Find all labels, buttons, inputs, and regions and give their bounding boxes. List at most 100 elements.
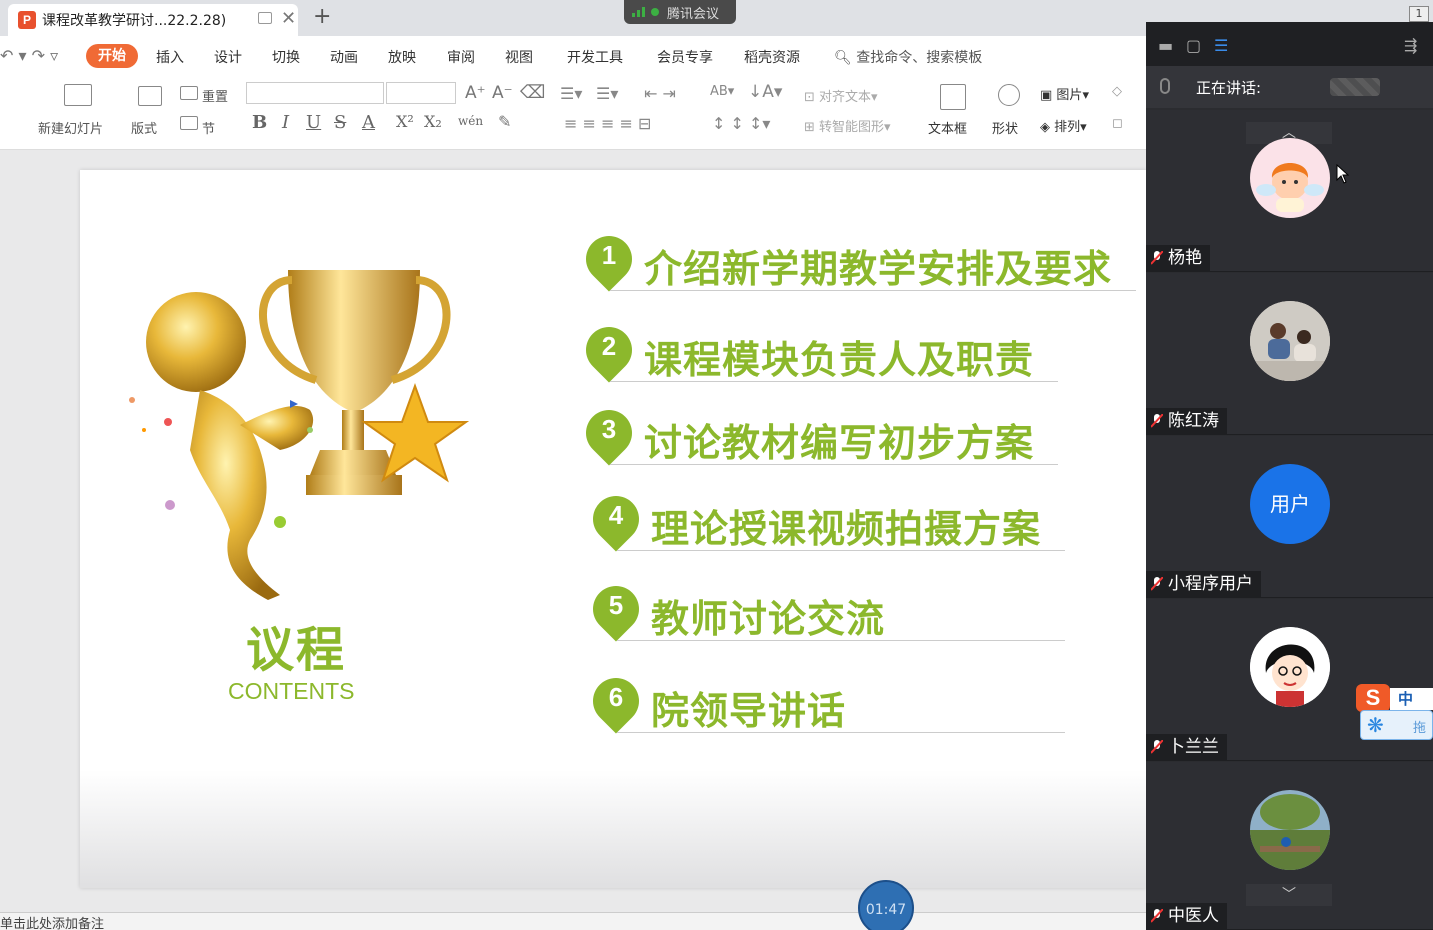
document-tab[interactable]: P 课程改革教学研讨...22.2.28) ✕ bbox=[8, 4, 298, 36]
smart-art-button[interactable]: ⊞ 转智能图形▾ bbox=[804, 116, 891, 135]
smart-art-icon: ⊞ bbox=[804, 120, 820, 135]
collapse-panel-icon[interactable]: ⇶ bbox=[1404, 36, 1417, 55]
highlight-icon[interactable]: ✎ bbox=[498, 112, 511, 131]
mic-muted-icon bbox=[1151, 740, 1163, 754]
text-direction-icon[interactable]: AB▾ bbox=[710, 84, 734, 99]
menu-tab-insert[interactable]: 插入 bbox=[156, 47, 184, 67]
participant-name-label: 杨艳 bbox=[1168, 248, 1202, 268]
font-size-select[interactable] bbox=[386, 82, 456, 104]
shape-icon[interactable] bbox=[998, 84, 1020, 106]
agenda-number: 4 bbox=[608, 500, 624, 530]
font-grow-button[interactable]: A⁺ bbox=[465, 83, 486, 103]
list-view-icon[interactable]: ☰ bbox=[1214, 36, 1228, 55]
textbox-icon[interactable] bbox=[940, 84, 966, 110]
menu-tab-member[interactable]: 会员专享 bbox=[657, 47, 713, 67]
avatar bbox=[1250, 627, 1330, 707]
document-title: 课程改革教学研讨...22.2.28) bbox=[42, 13, 227, 29]
section-button[interactable]: 节 bbox=[202, 118, 215, 137]
picture-icon: ▣ bbox=[1040, 88, 1057, 103]
font-color-button[interactable]: A bbox=[362, 112, 375, 133]
minimize-icon[interactable]: ▬ bbox=[1158, 36, 1173, 55]
menu-tab-docer[interactable]: 稻壳资源 bbox=[744, 47, 800, 67]
command-search[interactable]: 🔍︎ 查找命令、搜索模板 bbox=[834, 47, 982, 67]
input-method-widget[interactable]: S 中 ❋ 拖 bbox=[1356, 684, 1433, 742]
microphone-icon bbox=[1160, 78, 1170, 94]
mouse-cursor-icon bbox=[1336, 164, 1350, 184]
menu-tab-developer[interactable]: 开发工具 bbox=[567, 47, 623, 67]
window-mode-icon[interactable]: ▢ bbox=[1186, 36, 1201, 55]
slide-bottom-fade bbox=[80, 770, 1146, 888]
section-icon bbox=[180, 116, 198, 130]
underline-button[interactable]: U bbox=[306, 112, 321, 133]
scenery-photo-avatar bbox=[1250, 790, 1330, 870]
slide[interactable]: 议程 CONTENTS 1 介绍新学期教学安排及要求 2 课程模块负责人及职责 … bbox=[80, 170, 1146, 888]
menu-tab-view[interactable]: 视图 bbox=[505, 47, 533, 67]
italic-button[interactable]: I bbox=[282, 112, 289, 133]
subscript-button[interactable]: X₂ bbox=[424, 112, 442, 131]
fill-icon[interactable]: ◇ bbox=[1112, 84, 1122, 99]
layout-icon[interactable] bbox=[138, 86, 162, 106]
shape-button[interactable]: 形状 bbox=[992, 118, 1018, 137]
new-slide-icon[interactable] bbox=[64, 84, 92, 106]
scroll-down-icon[interactable]: ﹀ bbox=[1246, 884, 1332, 906]
picture-button[interactable]: ▣ 图片▾ bbox=[1040, 84, 1089, 103]
new-tab-button[interactable]: + bbox=[313, 4, 331, 29]
align-text-button[interactable]: ⊡ 对齐文本▾ bbox=[804, 86, 878, 105]
participant-tile[interactable]: ﹀ 中医人 bbox=[1146, 762, 1433, 930]
close-tab-icon[interactable]: ✕ bbox=[281, 8, 296, 29]
window-count-badge[interactable]: 1 bbox=[1409, 6, 1429, 22]
new-slide-button[interactable]: 新建幻灯片 bbox=[38, 118, 103, 137]
superscript-button[interactable]: X² bbox=[396, 112, 414, 131]
mic-muted-icon bbox=[1151, 909, 1163, 923]
outline-icon[interactable]: ◻ bbox=[1112, 116, 1123, 131]
arrange-button[interactable]: ◈ 排列▾ bbox=[1040, 116, 1087, 135]
clear-format-icon[interactable]: ⌫ bbox=[520, 82, 545, 103]
bullet-list-icon[interactable]: ☰▾ bbox=[560, 84, 582, 103]
layout-button[interactable]: 版式 bbox=[131, 118, 157, 137]
reset-icon bbox=[180, 86, 198, 100]
participant-name: 小程序用户 bbox=[1146, 571, 1261, 597]
numbered-list-icon[interactable]: ☰▾ bbox=[596, 84, 618, 103]
line-spacing-icons[interactable]: ↕ ↕ ↕▾ bbox=[712, 114, 770, 133]
speaking-label: 正在讲话: bbox=[1196, 79, 1262, 97]
participant-tile[interactable]: ︿ 杨艳 bbox=[1146, 110, 1433, 272]
paragraph-align-icons[interactable]: ≡ ≡ ≡ ≡ ⊟ bbox=[564, 114, 651, 133]
menu-tab-transition[interactable]: 切换 bbox=[272, 47, 300, 67]
participant-name-label: 陈红涛 bbox=[1168, 411, 1219, 431]
participant-tile[interactable]: 陈红涛 bbox=[1146, 273, 1433, 435]
avatar bbox=[1250, 301, 1330, 381]
agenda-divider bbox=[610, 290, 1136, 291]
strikethrough-button[interactable]: S bbox=[334, 112, 346, 133]
avatar bbox=[1250, 790, 1330, 870]
window-icon[interactable] bbox=[258, 12, 272, 24]
reset-button[interactable]: 重置 bbox=[202, 86, 228, 105]
participant-tile[interactable]: 用户 小程序用户 bbox=[1146, 436, 1433, 598]
indent-icons[interactable]: ⇤ ⇥ bbox=[644, 84, 676, 103]
participant-name: 卜兰兰 bbox=[1146, 734, 1227, 760]
agenda-divider bbox=[617, 640, 1065, 641]
screen: P 课程改革教学研讨...22.2.28) ✕ + 腾讯会议 1 ↶ ▾ ↷ ▿… bbox=[0, 0, 1433, 930]
participant-name: 中医人 bbox=[1146, 903, 1227, 929]
font-shrink-button[interactable]: A⁻ bbox=[492, 83, 513, 103]
panel-toolbar: ▬ ▢ ☰ ⇶ bbox=[1146, 22, 1433, 66]
pinyin-button[interactable]: wén bbox=[458, 114, 483, 128]
participant-name: 杨艳 bbox=[1146, 245, 1210, 271]
agenda-number: 5 bbox=[608, 590, 624, 620]
bold-button[interactable]: B bbox=[252, 112, 267, 133]
notes-field[interactable]: 单击此处添加备注 bbox=[0, 912, 1146, 930]
menu-tab-slideshow[interactable]: 放映 bbox=[388, 47, 416, 67]
signal-icon bbox=[632, 7, 645, 17]
ribbon-toolbar: 新建幻灯片 版式 重置 节 A⁺ A⁻ ⌫ B I U S A X² X₂ wé… bbox=[0, 76, 1146, 150]
menu-tab-design[interactable]: 设计 bbox=[214, 47, 242, 67]
textbox-button[interactable]: 文本框 bbox=[928, 118, 967, 137]
undo-redo-icons[interactable]: ↶ ▾ ↷ ▿ bbox=[0, 46, 58, 65]
agenda-divider bbox=[617, 732, 1065, 733]
meeting-status-pill[interactable]: 腾讯会议 bbox=[624, 0, 736, 24]
sort-icon[interactable]: ↓A▾ bbox=[748, 82, 782, 102]
mic-muted-icon bbox=[1151, 414, 1163, 428]
menu-tab-review[interactable]: 审阅 bbox=[447, 47, 475, 67]
menu-tab-animation[interactable]: 动画 bbox=[330, 47, 358, 67]
menu-tab-home[interactable]: 开始 bbox=[86, 44, 138, 68]
font-family-select[interactable] bbox=[246, 82, 384, 104]
meeting-timer[interactable]: 01:47 bbox=[858, 880, 914, 930]
